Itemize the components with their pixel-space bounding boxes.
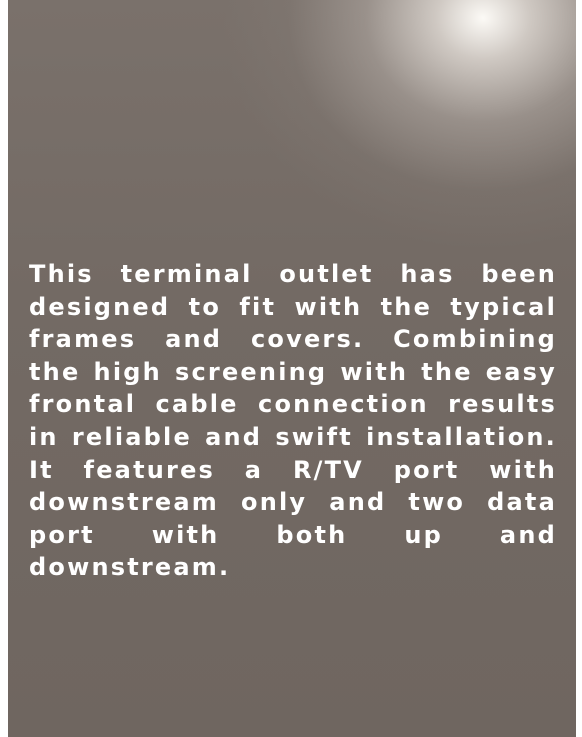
product-description-text: This terminal outlet has been designed t…: [29, 260, 557, 582]
product-description-panel: This terminal outlet has been designed t…: [8, 0, 576, 737]
